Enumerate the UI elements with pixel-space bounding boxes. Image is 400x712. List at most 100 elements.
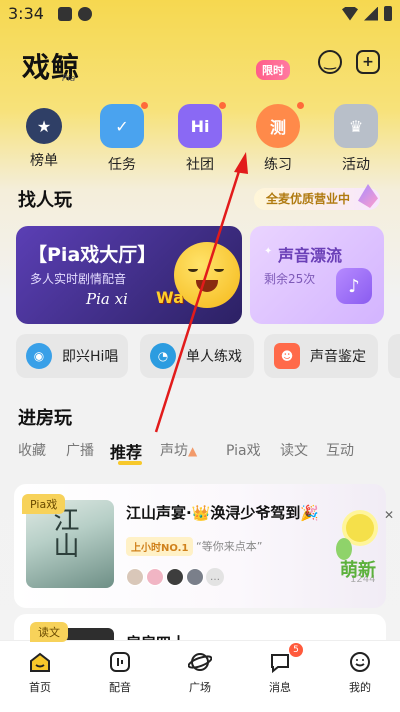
chips-row: ◉ 即兴Hi唱 ◔ 单人练戏 ☻ 声音鉴定 [0, 334, 400, 378]
pia-hall-card[interactable]: 【Pia戏大厅】 多人实时剧情配音 Pia xi Wa [16, 226, 242, 324]
more-avatars-icon: … [206, 568, 224, 586]
quick-entry-rank[interactable]: ★ 榜单 [12, 98, 76, 170]
home-face-icon [27, 649, 53, 675]
close-icon[interactable]: ✕ [384, 508, 394, 522]
signal-icon [364, 6, 378, 21]
room-tabs: 收藏 广播 推荐 声坊▲ Pia戏 读文 互动 [18, 440, 388, 470]
trophy-icon: ★ [26, 108, 62, 144]
message-icon: 5 [267, 643, 303, 675]
practice-glyph: 测 [269, 118, 286, 137]
nav-square[interactable]: 广场 [170, 649, 230, 695]
status-bar: 3:34 [0, 0, 400, 28]
mic-disc-icon: ◉ [26, 343, 52, 369]
status-time: 3:34 [8, 4, 44, 23]
pia-card-subtitle: 多人实时剧情配音 [30, 272, 127, 286]
quality-badge[interactable]: 全麦优质营业中 [254, 184, 380, 210]
pia-card-script: Pia xi [86, 290, 128, 308]
tab-reading[interactable]: 读文 [280, 440, 308, 460]
calendar-check-icon: ✓ [100, 102, 148, 148]
pia-card-title: 【Pia戏大厅】 [28, 244, 157, 266]
tab-recommend[interactable]: 推荐 [110, 439, 143, 465]
bottom-nav: 首页 配音 广场 5 消息 我的 [0, 640, 400, 712]
room-tag: Pia戏 [22, 494, 66, 514]
mascot-wow-text: Wa [156, 288, 184, 307]
quick-entry-row: ★ 榜单 ✓ 任务 Hi 社团 测 练习 ♛ 活动 [0, 98, 400, 174]
profile-smile-icon [347, 649, 373, 675]
quick-entry-label: 榜单 [30, 153, 58, 169]
tab-voice-workshop-label: 声坊 [160, 443, 188, 459]
avatar [146, 568, 164, 586]
tab-favorites[interactable]: 收藏 [18, 440, 46, 460]
quick-entry-label: 活动 [342, 157, 370, 173]
smile-face-icon[interactable]: ‿ [318, 50, 342, 74]
pacman-icon: ◔ [150, 343, 176, 369]
tab-active-indicator [118, 461, 142, 465]
avatar [186, 568, 204, 586]
mascot-eye [188, 266, 198, 272]
app-logo-sub: Pia [62, 74, 76, 84]
red-dot [297, 102, 304, 109]
nav-label: 首页 [29, 681, 51, 694]
top-header: 戏鲸 Pia 限时 ‿ + [0, 40, 400, 86]
room-section-title: 进房玩 [18, 408, 72, 429]
tab-broadcast[interactable]: 广播 [66, 440, 94, 460]
nav-label: 消息 [269, 681, 291, 694]
club-hi-icon: Hi [178, 102, 226, 148]
chip-solo-practice[interactable]: ◔ 单人练戏 [140, 334, 254, 378]
tab-interactive[interactable]: 互动 [326, 440, 354, 460]
nav-profile[interactable]: 我的 [330, 649, 390, 695]
nav-dubbing[interactable]: 配音 [90, 649, 150, 695]
status-indicators [342, 6, 392, 21]
quick-entry-label: 练习 [264, 157, 292, 173]
quick-entry-practice[interactable]: 测 练习 [246, 98, 310, 174]
chip-overflow[interactable] [388, 334, 400, 378]
red-dot [219, 102, 226, 109]
nav-home[interactable]: 首页 [10, 649, 70, 695]
tab-pia[interactable]: Pia戏 [226, 440, 261, 460]
chip-voice-test[interactable]: ☻ 声音鉴定 [264, 334, 378, 378]
limited-badge[interactable]: 限时 [256, 60, 290, 80]
avatar [126, 568, 144, 586]
music-note-icon: ♪ [336, 268, 372, 304]
voice-card-subtitle: 剩余25次 [264, 272, 316, 286]
nav-label: 配音 [109, 681, 131, 694]
quick-entry-club[interactable]: Hi 社团 [168, 98, 232, 174]
building-icon: ▲ [188, 444, 198, 458]
voice-drift-card[interactable]: ✦ 声音漂流 剩余25次 ♪ [250, 226, 384, 324]
quick-entry-label: 任务 [108, 157, 136, 173]
room-tag-2: 读文 [30, 622, 68, 642]
voice-card-title: 声音漂流 [278, 246, 343, 265]
mascot-mouth [196, 280, 218, 292]
voice-card-icon: ☻ [274, 343, 300, 369]
room-title: 江山声宴·👑涣浔少爷驾到🎉 [126, 504, 320, 522]
tab-voice-workshop[interactable]: 声坊▲ [160, 440, 197, 460]
room-avatars: … [126, 568, 224, 586]
chip-label: 单人练戏 [186, 349, 242, 365]
find-section-title: 找人玩 [18, 190, 72, 211]
nav-messages[interactable]: 5 消息 [250, 643, 310, 695]
notification-shield-icon [78, 7, 92, 21]
add-icon[interactable]: + [356, 50, 380, 74]
chip-label: 即兴Hi唱 [62, 349, 119, 365]
quality-badge-text: 全麦优质营业中 [266, 192, 351, 206]
nav-label: 我的 [349, 681, 371, 694]
wifi-icon [342, 6, 358, 21]
battery-icon [384, 6, 392, 21]
trophy-cup-icon: ♛ [334, 104, 378, 148]
planet-icon [187, 649, 213, 675]
notification-a-icon [58, 7, 72, 21]
quick-entry-activity[interactable]: ♛ 活动 [324, 98, 388, 174]
dubbing-icon [107, 649, 133, 675]
practice-test-icon: 测 [256, 102, 304, 148]
quick-entry-task[interactable]: ✓ 任务 [90, 98, 154, 174]
sparkle-icon: ✦ [264, 246, 273, 257]
megaphone-icon [358, 184, 378, 208]
avatar [166, 568, 184, 586]
quick-entry-label: 社团 [186, 157, 214, 173]
chip-label: 声音鉴定 [310, 349, 366, 365]
red-dot [141, 102, 148, 109]
nav-label: 广场 [189, 681, 211, 694]
chip-hi-sing[interactable]: ◉ 即兴Hi唱 [16, 334, 128, 378]
tab-recommend-label: 推荐 [110, 443, 143, 462]
mascot-eye [214, 266, 224, 272]
